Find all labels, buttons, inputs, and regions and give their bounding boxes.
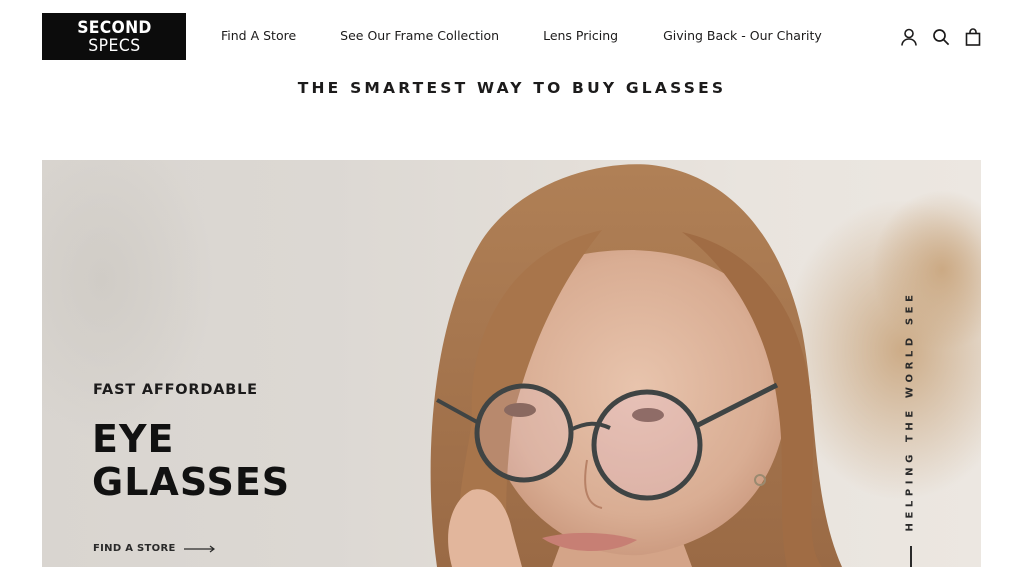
search-icon[interactable] (931, 27, 951, 47)
find-a-store-button[interactable]: FIND A STORE (93, 543, 216, 554)
hero-headline-line-1: EYE (92, 417, 175, 461)
hero-vertical-label: HELPING THE WORLD SEE (904, 289, 916, 532)
main-nav: Find A Store See Our Frame Collection Le… (221, 28, 822, 44)
find-a-store-label: FIND A STORE (93, 543, 176, 554)
hero-photo-woman-in-glasses (42, 160, 981, 567)
site-logo[interactable]: SECOND SPECS (42, 13, 186, 60)
hero-vertical-text: HELPING THE WORLD SEE (904, 288, 916, 533)
hero-headline: EYE GLASSES (92, 418, 290, 504)
nav-find-a-store[interactable]: Find A Store (221, 28, 296, 44)
logo-line-2: SPECS (87, 35, 141, 56)
account-icon[interactable] (899, 27, 919, 47)
hero-eyebrow: FAST AFFORDABLE (93, 382, 258, 398)
logo-line-1: SECOND (76, 17, 152, 38)
nav-giving-back[interactable]: Giving Back - Our Charity (663, 28, 822, 44)
hero-vertical-divider (910, 546, 912, 567)
nav-lens-pricing[interactable]: Lens Pricing (543, 28, 618, 44)
page-tagline: THE SMARTEST WAY TO BUY GLASSES (297, 79, 727, 97)
arrow-right-icon (183, 545, 215, 552)
site-header: SECOND SPECS Find A Store See Our Frame … (0, 0, 1024, 72)
hero-headline-line-2: GLASSES (92, 460, 291, 504)
cart-icon[interactable] (963, 27, 983, 47)
hero-banner: FAST AFFORDABLE EYE GLASSES FIND A STORE… (42, 160, 981, 567)
nav-frame-collection[interactable]: See Our Frame Collection (340, 28, 499, 44)
